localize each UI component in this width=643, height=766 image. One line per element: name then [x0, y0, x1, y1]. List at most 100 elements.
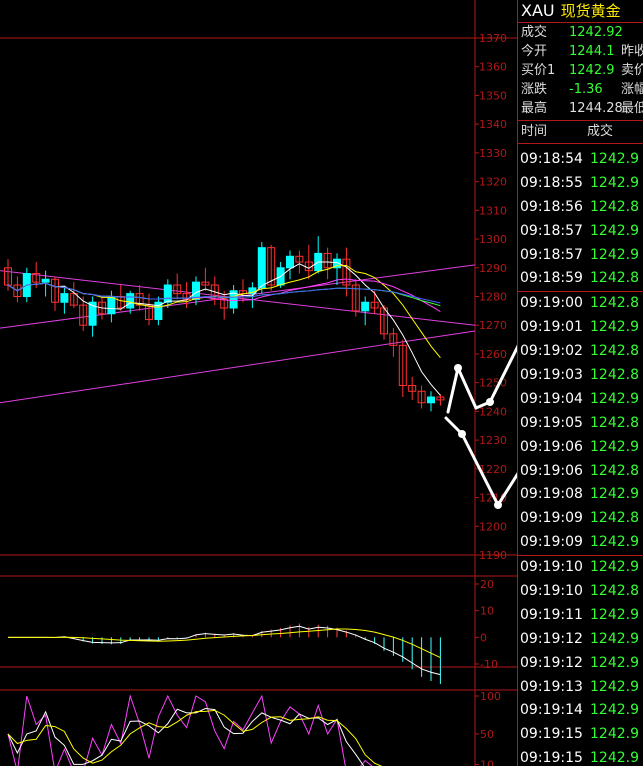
tick-time: 09:19:14: [520, 702, 583, 719]
quote-value: 1244.1: [569, 44, 615, 59]
annotation-arrow-head: [458, 430, 466, 438]
quote-extra-label: 卖价: [621, 63, 643, 78]
tick-time: 09:19:06: [520, 462, 583, 479]
tick-price: 1242.9: [590, 678, 639, 695]
tick-row[interactable]: 09:19:14 1242.9: [518, 699, 643, 723]
tick-price: 1242.9: [590, 606, 639, 623]
tick-row[interactable]: 09:19:10 1242.8: [518, 580, 643, 604]
tick-header-price: 成交: [587, 124, 614, 139]
tick-row[interactable]: 09:18:54 1242.9: [518, 148, 643, 172]
tick-row[interactable]: 09:19:09 1242.8: [518, 507, 643, 531]
tick-time: 09:18:55: [520, 174, 583, 191]
tick-row[interactable]: 09:19:09 1242.9: [518, 531, 643, 555]
tick-price: 1242.9: [590, 438, 639, 455]
tick-row[interactable]: 09:19:04 1242.9: [518, 388, 643, 412]
price-tick-label: 1300: [479, 233, 507, 246]
tick-row[interactable]: 09:19:00 1242.8: [518, 291, 643, 316]
moving-average-line: [7, 261, 441, 396]
tick-row[interactable]: 09:19:15 1242.9: [518, 747, 643, 766]
tick-time: 09:19:01: [520, 319, 583, 336]
tick-price: 1242.8: [590, 510, 639, 527]
tick-time: 09:19:15: [520, 750, 583, 766]
tick-price: 1242.8: [590, 270, 639, 287]
tick-row[interactable]: 09:19:11 1242.9: [518, 604, 643, 628]
tick-row[interactable]: 09:19:12 1242.9: [518, 628, 643, 652]
tick-time: 09:19:06: [520, 438, 583, 455]
tick-row[interactable]: 09:18:55 1242.9: [518, 172, 643, 196]
tick-header: 时间 成交: [518, 121, 643, 144]
tick-time: 09:19:12: [520, 630, 583, 647]
candle-body: [427, 396, 435, 404]
tick-row[interactable]: 09:19:12 1242.9: [518, 652, 643, 676]
tick-row[interactable]: 09:19:06 1242.8: [518, 460, 643, 484]
price-tick-label: 1200: [479, 520, 507, 533]
tick-row[interactable]: 09:19:01 1242.9: [518, 316, 643, 340]
candle-body: [107, 296, 116, 315]
price-tick-label: 1230: [479, 434, 507, 447]
tick-row[interactable]: 09:19:06 1242.9: [518, 436, 643, 460]
trend-line: [0, 330, 476, 404]
candle-body: [163, 284, 172, 303]
quote-row: 今开 1244.1 昨收: [518, 42, 643, 61]
tick-price: 1242.8: [590, 414, 639, 431]
price-tick-label: 1240: [479, 405, 507, 418]
tick-price: 1242.9: [590, 630, 639, 647]
quote-label: 最高: [521, 101, 548, 116]
annotation-arrow-head: [494, 501, 502, 509]
tick-time: 09:18:57: [520, 222, 583, 239]
candle-body: [41, 278, 50, 283]
tick-row[interactable]: 09:18:56 1242.8: [518, 196, 643, 220]
price-tick-label: 1290: [479, 262, 507, 275]
tick-row[interactable]: 09:19:05 1242.8: [518, 412, 643, 436]
price-tick-label: 1330: [479, 147, 507, 160]
kdj-k-line: [7, 707, 365, 766]
tick-row[interactable]: 09:18:57 1242.9: [518, 244, 643, 268]
tick-price: 1242.8: [590, 295, 639, 312]
tick-price: 1242.9: [590, 654, 639, 671]
tick-price: 1242.9: [590, 151, 639, 167]
tick-row[interactable]: 09:18:57 1242.9: [518, 220, 643, 244]
tick-time: 09:19:02: [520, 343, 583, 360]
quote-value: 1242.9: [569, 63, 615, 78]
tick-price: 1242.9: [590, 534, 639, 551]
tick-row[interactable]: 09:18:59 1242.8: [518, 267, 643, 291]
tick-time: 09:19:15: [520, 726, 583, 743]
tick-time: 09:18:59: [520, 270, 583, 287]
tick-row[interactable]: 09:19:13 1242.9: [518, 676, 643, 700]
tick-row[interactable]: 09:19:10 1242.9: [518, 555, 643, 580]
tick-price: 1242.9: [590, 559, 639, 576]
price-tick-label: 1260: [479, 348, 507, 361]
macd-tick-label: 10: [480, 605, 494, 618]
quote-label: 今开: [521, 44, 548, 59]
price-tick-label: 1320: [479, 176, 507, 189]
tick-time: 09:19:03: [520, 367, 583, 384]
tick-row[interactable]: 09:19:15 1242.9: [518, 723, 643, 747]
kline-chart[interactable]: 1370 1360 1350 1340 1330 1320 1310 1300 1290 1280…: [0, 0, 520, 766]
tick-time: 09:19:08: [520, 486, 583, 503]
tick-row[interactable]: 09:19:02 1242.8: [518, 340, 643, 364]
quote-extra-label: 最低: [621, 101, 643, 116]
quote-extra-label: 涨幅: [621, 82, 643, 97]
tick-time: 09:19:13: [520, 678, 583, 695]
tick-time: 09:19:09: [520, 510, 583, 527]
quote-row: 买价1 1242.9 卖价: [518, 61, 643, 80]
annotation-arrow-head: [486, 398, 494, 406]
tick-time: 09:18:56: [520, 198, 583, 215]
tick-header-time: 时间: [521, 124, 548, 139]
tick-time: 09:19:11: [520, 606, 583, 623]
kdj-j-line: [7, 694, 373, 766]
tick-time: 09:19:00: [520, 295, 583, 312]
symbol-name: 现货黄金: [560, 2, 621, 20]
tick-price: 1242.9: [590, 726, 639, 743]
tick-price: 1242.9: [590, 750, 639, 766]
annotation-arrow-stroke: [446, 366, 460, 414]
tick-row[interactable]: 09:19:03 1242.8: [518, 364, 643, 388]
quote-value: -1.36: [569, 82, 603, 97]
tick-list[interactable]: 09:18:54 1242.9 09:18:55 1242.9 09:18:56 1242…: [518, 148, 643, 766]
quote-value: 1242.92: [569, 25, 623, 40]
candle-body: [60, 293, 69, 303]
price-tick-label: 1370: [479, 32, 507, 45]
tick-row[interactable]: 09:19:08 1242.9: [518, 483, 643, 507]
kline-chart-svg[interactable]: 1370 1360 1350 1340 1330 1320 1310 1300 1290 1280…: [0, 0, 520, 766]
price-tick-label: 1340: [479, 118, 507, 131]
